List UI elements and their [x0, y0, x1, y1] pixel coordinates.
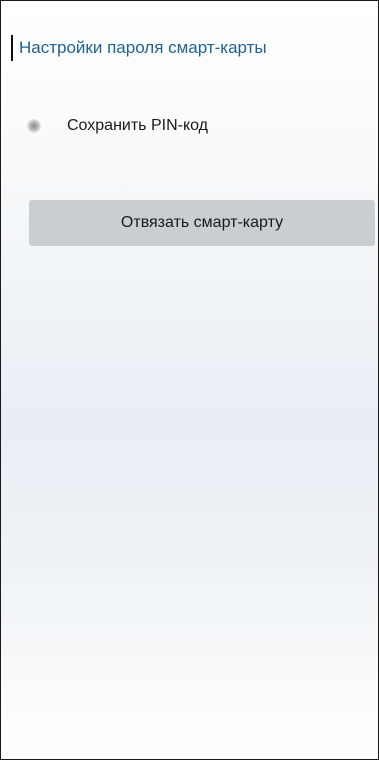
checkbox-indicator-icon[interactable] — [27, 119, 41, 133]
save-pin-label[interactable]: Сохранить PIN-код — [67, 117, 208, 135]
save-pin-checkbox[interactable]: Сохранить PIN-код — [27, 115, 208, 137]
smart-card-settings-panel: Настройки пароля смарт-карты Сохранить P… — [0, 0, 379, 760]
unbind-smart-card-button[interactable]: Отвязать смарт-карту — [29, 200, 375, 246]
section-header: Настройки пароля смарт-карты — [11, 35, 267, 61]
title-accent-bar — [11, 35, 13, 61]
section-title: Настройки пароля смарт-карты — [19, 38, 267, 57]
